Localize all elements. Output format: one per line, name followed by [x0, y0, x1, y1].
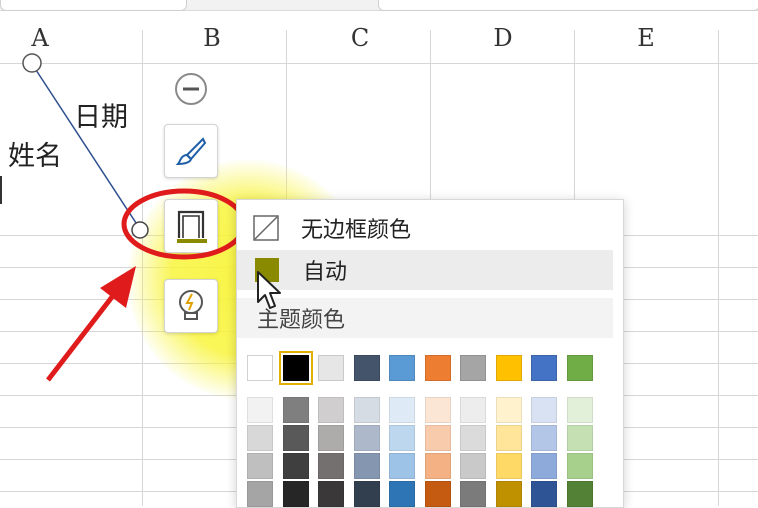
no-border-color-item[interactable]: 无边框颜色 — [237, 208, 613, 248]
shade-color-swatch[interactable] — [531, 453, 557, 479]
shade-color-swatch[interactable] — [282, 425, 309, 451]
auto-color-label: 自动 — [303, 260, 348, 285]
theme-color-swatch[interactable] — [278, 351, 313, 385]
shade-color-swatch[interactable] — [424, 481, 451, 507]
brush-button[interactable] — [164, 124, 218, 178]
shade-color-swatch[interactable] — [460, 397, 486, 423]
shade-color-swatch[interactable] — [282, 481, 309, 507]
border-color-menu: 无边框颜色 自动 主题颜色 — [236, 199, 624, 508]
shade-color-swatch[interactable] — [566, 425, 593, 451]
shade-color-swatch[interactable] — [247, 397, 273, 423]
text-cursor — [0, 176, 2, 204]
shade-color-swatch[interactable] — [424, 397, 451, 423]
shade-color-swatch[interactable] — [566, 453, 593, 479]
auto-color-item[interactable]: 自动 — [237, 250, 613, 290]
shade-color-swatch[interactable] — [531, 425, 557, 451]
shade-color-swatch[interactable] — [353, 481, 380, 507]
shade-color-swatch[interactable] — [389, 453, 415, 479]
shade-color-swatch[interactable] — [566, 481, 593, 507]
shade-color-swatch[interactable] — [495, 397, 522, 423]
shade-color-swatch[interactable] — [566, 397, 593, 423]
annotation-circle — [121, 188, 247, 260]
shade-color-swatch[interactable] — [389, 481, 415, 507]
annotation-arrow — [46, 266, 136, 382]
theme-color-swatch[interactable] — [460, 355, 486, 381]
shade-color-swatch[interactable] — [495, 481, 522, 507]
theme-color-swatch[interactable] — [495, 355, 522, 381]
style-suggestion-button[interactable] — [164, 279, 218, 333]
brush-icon — [175, 137, 207, 166]
diagonal-label-name: 姓名 — [8, 141, 62, 172]
theme-color-swatch[interactable] — [247, 355, 273, 381]
shade-color-swatch[interactable] — [318, 453, 344, 479]
theme-color-swatch[interactable] — [389, 355, 415, 381]
shade-color-swatch[interactable] — [531, 397, 557, 423]
shade-color-swatch[interactable] — [531, 481, 557, 507]
shade-color-swatch[interactable] — [282, 453, 309, 479]
shade-color-swatch[interactable] — [353, 397, 380, 423]
shade-color-swatch[interactable] — [495, 425, 522, 451]
theme-color-swatch[interactable] — [424, 355, 451, 381]
no-border-color-label: 无边框颜色 — [301, 218, 412, 243]
shade-color-swatch[interactable] — [460, 425, 486, 451]
diagonal-label-date: 日期 — [74, 102, 128, 133]
shade-color-swatch[interactable] — [460, 453, 486, 479]
shade-color-swatch[interactable] — [247, 425, 273, 451]
shade-color-swatch[interactable] — [424, 425, 451, 451]
theme-color-swatch[interactable] — [353, 355, 380, 381]
shade-color-swatch[interactable] — [318, 481, 344, 507]
shade-color-swatch[interactable] — [389, 425, 415, 451]
shade-color-swatch[interactable] — [389, 397, 415, 423]
minus-circle-icon — [175, 73, 207, 105]
theme-shade-colors — [247, 397, 607, 507]
shade-color-swatch[interactable] — [282, 397, 309, 423]
shade-color-swatch[interactable] — [353, 425, 380, 451]
collapse-button[interactable] — [174, 72, 208, 106]
theme-color-swatch[interactable] — [318, 355, 344, 381]
theme-base-colors — [247, 351, 607, 385]
shade-color-swatch[interactable] — [318, 397, 344, 423]
theme-colors-section: 主题颜色 — [237, 298, 613, 338]
lightbulb-icon — [179, 290, 203, 320]
shade-color-swatch[interactable] — [424, 453, 451, 479]
shade-color-swatch[interactable] — [460, 481, 486, 507]
theme-color-swatch[interactable] — [531, 355, 557, 381]
mouse-pointer-icon — [257, 271, 281, 309]
shade-color-swatch[interactable] — [247, 481, 273, 507]
shade-color-swatch[interactable] — [495, 453, 522, 479]
theme-color-swatch[interactable] — [566, 355, 593, 381]
shade-color-swatch[interactable] — [318, 425, 344, 451]
no-color-icon — [253, 215, 279, 241]
shade-color-swatch[interactable] — [247, 453, 273, 479]
shade-color-swatch[interactable] — [353, 453, 380, 479]
